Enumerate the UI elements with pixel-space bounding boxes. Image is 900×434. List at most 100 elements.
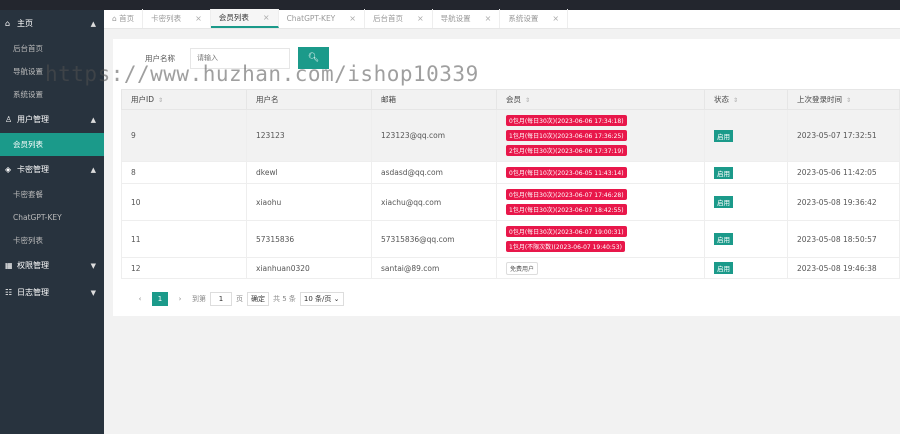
- cell-last-login: 2023-05-08 19:46:38: [787, 257, 900, 279]
- goto-label: 到第: [192, 295, 206, 303]
- tab-nav-settings[interactable]: 导航设置 ×: [433, 9, 501, 28]
- close-icon[interactable]: ×: [349, 14, 356, 23]
- cell-member: 0包月(每日10次)(2023-06-05 11:43:14): [496, 161, 705, 184]
- per-page-select[interactable]: 10 条/页 ⌄: [299, 292, 344, 306]
- member-badge: 0包月(每日30次)(2023-06-07 17:46:28): [506, 189, 627, 200]
- cell-email: xiachu@qq.com: [371, 183, 497, 221]
- table-row[interactable]: 10 xiaohu xiachu@qq.com 0包月(每日30次)(2023-…: [121, 183, 900, 221]
- sort-icon[interactable]: ⇕: [158, 97, 163, 104]
- log-icon: ☷: [5, 288, 13, 297]
- sort-icon[interactable]: ⇕: [733, 97, 738, 104]
- chevron-up-icon: ▲: [90, 19, 96, 28]
- member-badge: 0包月(每日10次)(2023-06-05 11:43:14): [506, 167, 627, 178]
- column-header-status[interactable]: 状态 ⇕: [704, 89, 788, 110]
- cell-email: santai@89.com: [371, 257, 497, 279]
- cell-id: 12: [121, 257, 247, 279]
- sidebar-item-dashboard[interactable]: 后台首页: [0, 37, 104, 60]
- cell-id: 11: [121, 220, 247, 258]
- column-header-email: 邮箱: [371, 89, 497, 110]
- status-badge[interactable]: 启用: [714, 196, 733, 208]
- tab-member-list[interactable]: 会员列表 ×: [210, 9, 279, 28]
- sidebar-item-system-settings[interactable]: 系统设置: [0, 83, 104, 106]
- goto-confirm-button[interactable]: 确定: [247, 292, 269, 306]
- table-row[interactable]: 11 57315836 57315836@qq.com 0包月(每日30次)(2…: [121, 220, 900, 258]
- column-header-last-login[interactable]: 上次登录时间 ⇕: [787, 89, 900, 110]
- sort-icon[interactable]: ⇕: [525, 97, 530, 104]
- home-icon: ⌂: [112, 14, 117, 23]
- member-badge: 1包月(不限次数)(2023-06-07 19:40:53): [506, 241, 625, 252]
- cell-id: 9: [121, 109, 247, 162]
- cell-status: 启用: [704, 183, 788, 221]
- cell-username: xianhuan0320: [246, 257, 372, 279]
- column-header-id[interactable]: 用户ID ⇕: [121, 89, 247, 110]
- chevron-down-icon: ▼: [90, 288, 96, 297]
- goto-page-input[interactable]: 1: [210, 292, 232, 306]
- member-badge: 0包月(每日30次)(2023-06-06 17:34:18): [506, 115, 627, 126]
- member-badge: 1包月(每日30次)(2023-06-07 18:42:55): [506, 204, 627, 215]
- member-badge: 免费用户: [506, 261, 539, 275]
- cell-username: 123123: [246, 109, 372, 162]
- user-icon: ♙: [5, 115, 13, 124]
- table-row[interactable]: 12 xianhuan0320 santai@89.com 免费用户 启用 20…: [121, 257, 900, 279]
- cell-status: 启用: [704, 109, 788, 162]
- chevron-down-icon: ⌄: [333, 295, 340, 303]
- watermark: https://www.huzhan.com/ishop10339: [45, 62, 479, 86]
- cell-id: 10: [121, 183, 247, 221]
- cell-member: 0包月(每日30次)(2023-06-07 19:00:31) 1包月(不限次数…: [496, 220, 705, 258]
- table-row[interactable]: 8 dkewl asdasd@qq.com 0包月(每日10次)(2023-06…: [121, 161, 900, 184]
- home-icon: ⌂: [5, 19, 11, 28]
- next-page-icon[interactable]: ›: [172, 292, 188, 306]
- tab-card-list[interactable]: 卡密列表 ×: [143, 9, 211, 28]
- pagination: ‹ 1 › 到第 1 页 确定 共 5 条 10 条/页 ⌄: [132, 292, 344, 306]
- cell-status: 启用: [704, 161, 788, 184]
- tab-home[interactable]: ⌂ 首页: [104, 9, 144, 28]
- close-icon[interactable]: ×: [417, 14, 424, 23]
- cell-username: dkewl: [246, 161, 372, 184]
- sidebar-item-card-list[interactable]: 卡密列表: [0, 229, 104, 252]
- cell-id: 8: [121, 161, 247, 184]
- cell-last-login: 2023-05-06 11:42:05: [787, 161, 900, 184]
- cell-username: 57315836: [246, 220, 372, 258]
- cell-username: xiaohu: [246, 183, 372, 221]
- total-count: 共 5 条: [273, 295, 296, 303]
- sidebar-item-member-list[interactable]: 会员列表: [0, 133, 104, 156]
- cell-status: 启用: [704, 257, 788, 279]
- sidebar-group-home[interactable]: ⌂ 主页 ▲: [0, 10, 104, 37]
- cell-email: 57315836@qq.com: [371, 220, 497, 258]
- chevron-down-icon: ▼: [90, 261, 96, 270]
- sidebar-item-chatgpt-key[interactable]: ChatGPT-KEY: [0, 206, 104, 229]
- chevron-up-icon: ▲: [90, 165, 96, 174]
- close-icon[interactable]: ×: [195, 14, 202, 23]
- tab-chatgpt-key[interactable]: ChatGPT-KEY ×: [279, 9, 365, 28]
- column-header-member[interactable]: 会员 ⇕: [496, 89, 705, 110]
- close-icon[interactable]: ×: [552, 14, 559, 23]
- tab-system-settings[interactable]: 系统设置 ×: [500, 9, 569, 28]
- tag-icon: ◈: [5, 165, 12, 174]
- member-badge: 1包月(每日10次)(2023-06-06 17:36:25): [506, 130, 627, 141]
- cell-last-login: 2023-05-08 19:36:42: [787, 183, 900, 221]
- tab-bar: ⌂ 首页 卡密列表 × 会员列表 × ChatGPT-KEY × 后台首页 × 导航设置…: [104, 9, 900, 29]
- page-button-current[interactable]: 1: [152, 292, 168, 306]
- close-icon[interactable]: ×: [263, 13, 270, 22]
- sidebar-item-card-packages[interactable]: 卡密套餐: [0, 183, 104, 206]
- chevron-up-icon: ▲: [90, 115, 96, 124]
- cell-email: asdasd@qq.com: [371, 161, 497, 184]
- status-badge[interactable]: 启用: [714, 129, 733, 142]
- status-badge[interactable]: 启用: [714, 233, 733, 245]
- member-table: 用户ID ⇕ 用户名 邮箱 会员 ⇕ 状态 ⇕ 上次登录时间 ⇕ 9 123123 12…: [121, 89, 900, 279]
- sidebar-group-cards[interactable]: ◈ 卡密管理 ▲: [0, 156, 104, 183]
- cell-member: 0包月(每日30次)(2023-06-06 17:34:18) 1包月(每日10…: [496, 109, 705, 162]
- member-badge: 0包月(每日30次)(2023-06-07 19:00:31): [506, 226, 627, 237]
- sort-icon[interactable]: ⇕: [846, 97, 851, 104]
- cell-last-login: 2023-05-08 18:50:57: [787, 220, 900, 258]
- status-badge[interactable]: 启用: [714, 262, 733, 274]
- status-badge[interactable]: 启用: [714, 166, 733, 179]
- sidebar-group-users[interactable]: ♙ 用户管理 ▲: [0, 106, 104, 133]
- table-row[interactable]: 9 123123 123123@qq.com 0包月(每日30次)(2023-0…: [121, 109, 900, 162]
- prev-page-icon[interactable]: ‹: [132, 292, 148, 306]
- sidebar-group-logs[interactable]: ☷ 日志管理 ▼: [0, 279, 104, 306]
- tab-dashboard[interactable]: 后台首页 ×: [365, 9, 433, 28]
- close-icon[interactable]: ×: [485, 14, 492, 23]
- sidebar-group-permissions[interactable]: ▦ 权限管理 ▼: [0, 252, 104, 279]
- column-header-username: 用户名: [246, 89, 372, 110]
